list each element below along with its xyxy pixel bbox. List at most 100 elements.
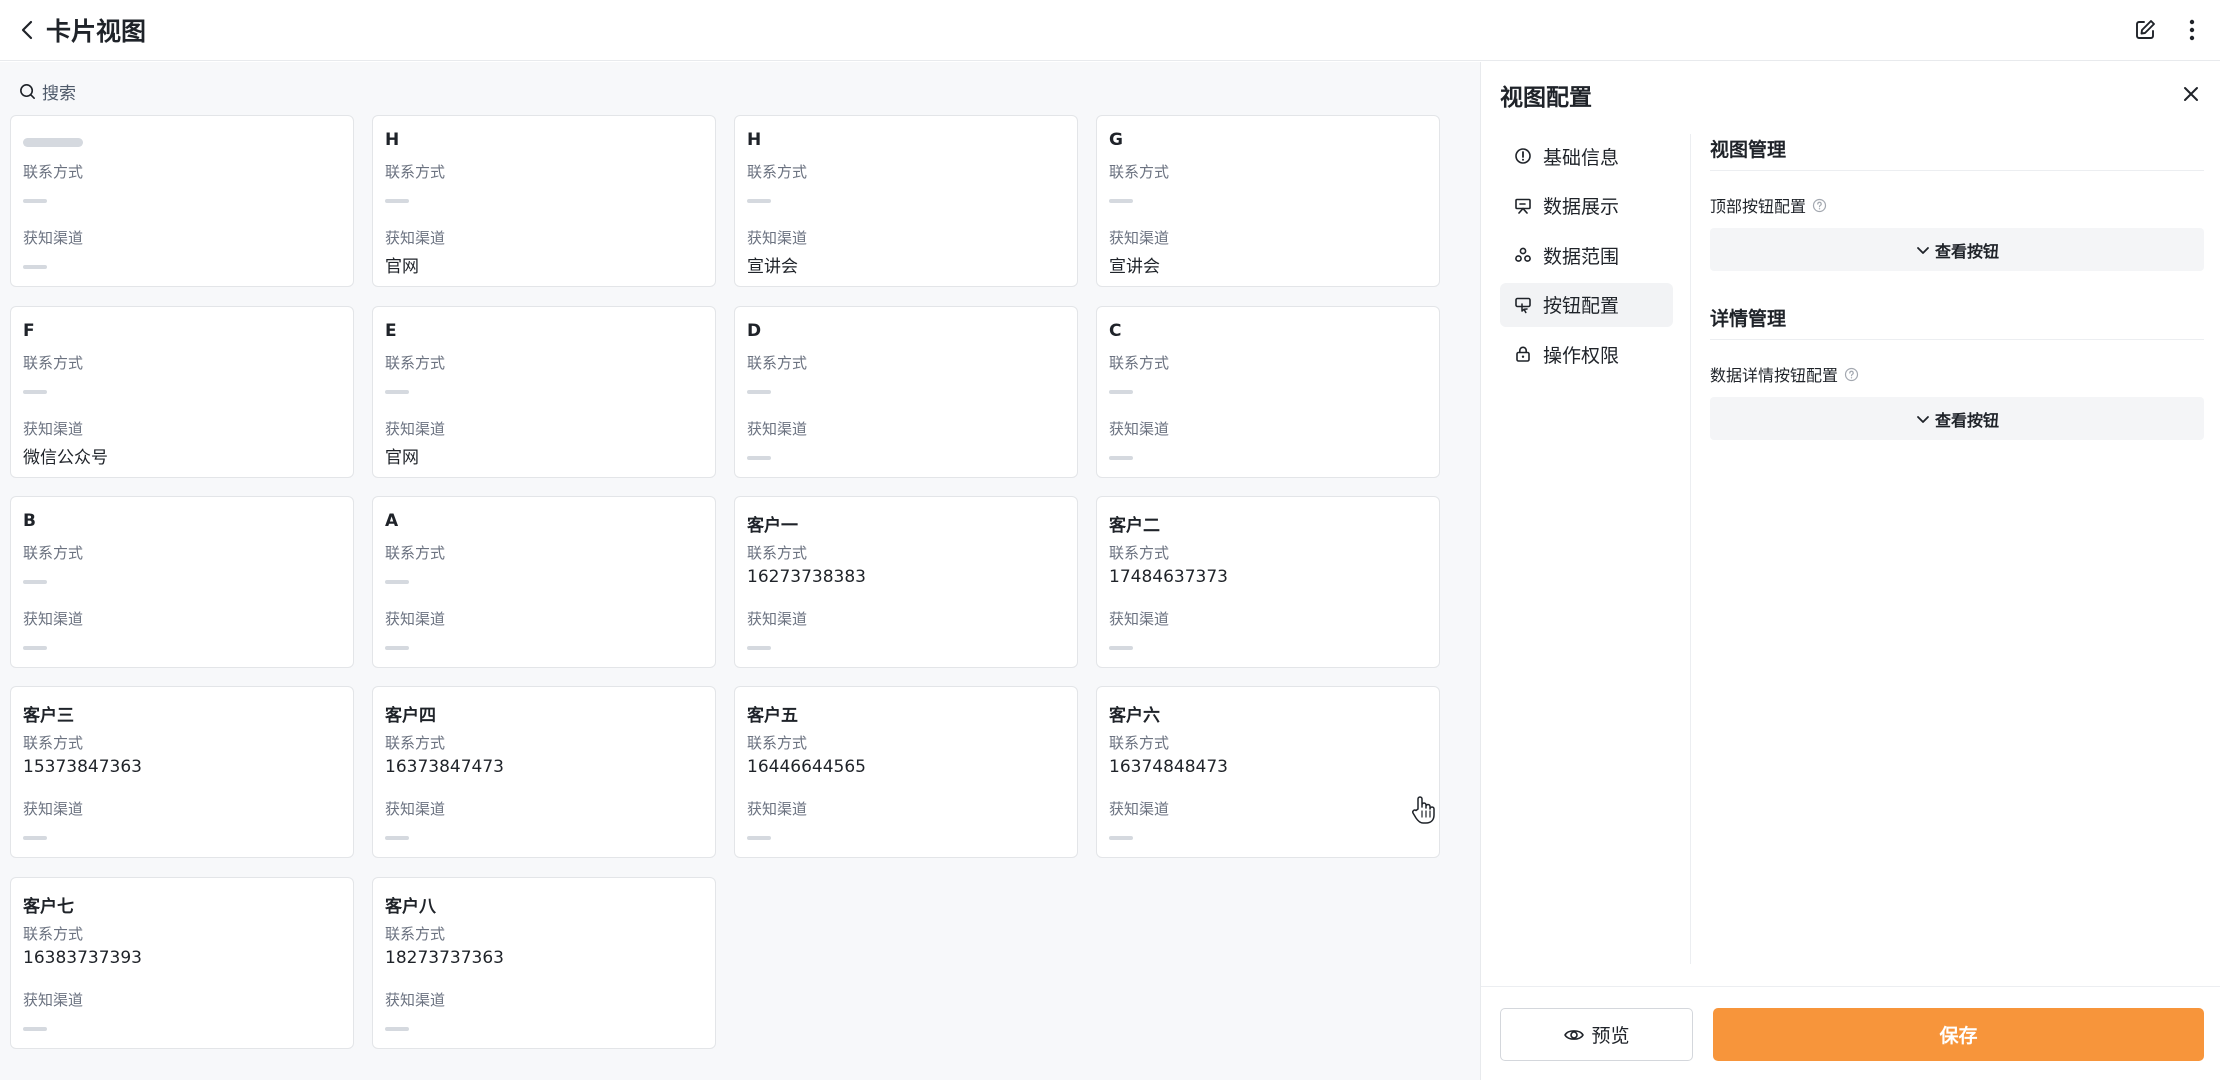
contact-label: 联系方式 — [385, 544, 446, 562]
nav-item-label: 按钮配置 — [1543, 295, 1620, 317]
customer-card[interactable]: H 联系方式获知渠道官网 — [372, 115, 716, 287]
view-top-buttons-expand[interactable]: 查看按钮 — [1710, 228, 2204, 271]
empty-value-placeholder — [385, 646, 409, 650]
customer-card[interactable]: D 联系方式 获知渠道 — [734, 306, 1078, 478]
customer-card[interactable]: 客户五 联系方式 16446644565 获知渠道 — [734, 686, 1078, 858]
customer-card[interactable]: 客户一 联系方式 16273738383 获知渠道 — [734, 496, 1078, 668]
contact-label: 联系方式 — [385, 354, 446, 372]
nav-item-button-config[interactable]: 按钮配置 — [1500, 282, 1673, 327]
help-icon[interactable] — [1844, 367, 1859, 382]
search-placeholder: 搜索 — [42, 83, 76, 104]
close-panel-button[interactable] — [2177, 80, 2205, 108]
customer-card[interactable]: B 联系方式 获知渠道 — [10, 496, 354, 668]
contact-label: 联系方式 — [23, 354, 84, 372]
contact-value: 16373847473 — [385, 757, 504, 777]
customer-card[interactable]: 联系方式 获知渠道 — [10, 115, 354, 287]
contact-value: 17484637373 — [1109, 567, 1228, 587]
customer-card[interactable]: 客户七 联系方式 16383737393 获知渠道 — [10, 877, 354, 1049]
card-title: 客户六 — [1109, 706, 1160, 726]
contact-value: 16273738383 — [747, 567, 866, 587]
panel-title: 视图配置 — [1500, 85, 1592, 111]
card-title: D — [747, 321, 762, 341]
customer-card[interactable]: H 联系方式 获知渠道 宣讲会 — [734, 115, 1078, 287]
contact-label: 联系方式 — [1109, 544, 1170, 562]
button-config-icon — [1515, 297, 1531, 313]
channel-label: 获知渠道 — [1109, 800, 1170, 818]
config-side-nav: 基础信息 数据展示 数据范围 按钮配置 操作权限 — [1500, 134, 1673, 382]
channel-label: 获知渠道 — [23, 420, 84, 438]
card-title: H — [747, 130, 762, 150]
channel-value: 官网 — [385, 448, 419, 468]
presentation-icon — [1515, 198, 1531, 214]
more-vertical-icon — [2189, 19, 2195, 41]
empty-value-placeholder — [1109, 390, 1133, 394]
customer-card[interactable]: 客户六 联系方式 16374848473 获知渠道 — [1096, 686, 1440, 858]
channel-value: 宣讲会 — [1109, 257, 1160, 277]
close-icon — [2184, 87, 2198, 101]
nav-item-data-display[interactable]: 数据展示 — [1500, 184, 1673, 228]
card-title: 客户一 — [747, 516, 798, 536]
channel-label: 获知渠道 — [385, 229, 446, 247]
help-icon[interactable] — [1812, 198, 1827, 213]
customer-card[interactable]: G 联系方式 获知渠道 宣讲会 — [1096, 115, 1440, 287]
channel-label: 获知渠道 — [747, 420, 808, 438]
card-title-placeholder — [23, 138, 83, 147]
nav-item-label: 基础信息 — [1543, 146, 1620, 169]
empty-value-placeholder — [385, 836, 409, 840]
more-button[interactable] — [2176, 14, 2208, 46]
contact-label: 联系方式 — [1109, 163, 1170, 181]
card-title: A — [385, 511, 399, 531]
contact-value: 15373847363 — [23, 757, 142, 777]
edit-button[interactable] — [2129, 14, 2161, 46]
channel-label: 获知渠道 — [1109, 610, 1170, 628]
eye-icon — [1564, 1029, 1585, 1040]
contact-label: 联系方式 — [385, 163, 446, 181]
top-bar: 卡片视图 — [0, 0, 2220, 61]
empty-value-placeholder — [1109, 456, 1133, 460]
expand-label: 查看按钮 — [1934, 241, 1999, 261]
card-title: F — [23, 321, 35, 341]
section-divider — [1710, 339, 2204, 340]
contact-label: 联系方式 — [747, 163, 808, 181]
search-input[interactable]: 搜索 — [18, 76, 418, 106]
customer-card[interactable]: 客户二联系方式 17484637373 获知渠道 — [1096, 496, 1440, 668]
expand-label: 查看按钮 — [1934, 410, 1999, 430]
nav-item-data-range[interactable]: 数据范围 — [1500, 233, 1673, 277]
nav-item-permissions[interactable]: 操作权限 — [1500, 332, 1673, 376]
customer-card[interactable]: F 联系方式 获知渠道 微信公众号 — [10, 306, 354, 478]
card-title: 客户二 — [1109, 516, 1160, 536]
empty-value-placeholder — [747, 456, 771, 460]
customer-card[interactable]: C 联系方式 获知渠道 — [1096, 306, 1440, 478]
page-title: 卡片视图 — [46, 17, 147, 46]
section-title-detail-mgmt: 详情管理 — [1710, 308, 1787, 330]
chevron-down-icon — [1917, 246, 1929, 254]
footer-divider — [1481, 986, 2220, 987]
back-button[interactable] — [14, 16, 42, 44]
channel-value: 宣讲会 — [747, 257, 798, 277]
contact-value: 16374848473 — [1109, 757, 1228, 777]
channel-label: 获知渠道 — [385, 420, 446, 438]
empty-value-placeholder — [1109, 836, 1133, 840]
customer-card[interactable]: 客户八 联系方式 18273737363 获知渠道 — [372, 877, 716, 1049]
customer-card[interactable]: 客户三 联系方式 15373847363 获知渠道 — [10, 686, 354, 858]
save-button[interactable]: 保存 — [1713, 1008, 2204, 1061]
empty-value-placeholder — [747, 199, 771, 203]
customer-card[interactable]: E 联系方式 获知渠道 官网 — [372, 306, 716, 478]
search-icon — [20, 83, 35, 99]
nav-item-basic-info[interactable]: 基础信息 — [1500, 134, 1673, 178]
empty-value-placeholder — [23, 390, 47, 394]
card-title: H — [385, 130, 400, 150]
contact-value: 16383737393 — [23, 948, 142, 968]
card-title: B — [23, 511, 36, 531]
chevron-down-icon — [1917, 415, 1929, 423]
contact-label: 联系方式 — [23, 163, 84, 181]
save-label: 保存 — [1939, 1025, 1978, 1047]
empty-value-placeholder — [23, 265, 47, 269]
customer-card[interactable]: A 联系方式 获知渠道 — [372, 496, 716, 668]
customer-card[interactable]: 客户四 联系方式 16373847473 获知渠道 — [372, 686, 716, 858]
preview-button[interactable]: 预览 — [1500, 1008, 1693, 1061]
channel-value: 官网 — [385, 257, 419, 277]
scope-icon — [1515, 247, 1531, 262]
detail-buttons-expand[interactable]: 查看按钮 — [1710, 397, 2204, 440]
channel-label: 获知渠道 — [747, 800, 808, 818]
